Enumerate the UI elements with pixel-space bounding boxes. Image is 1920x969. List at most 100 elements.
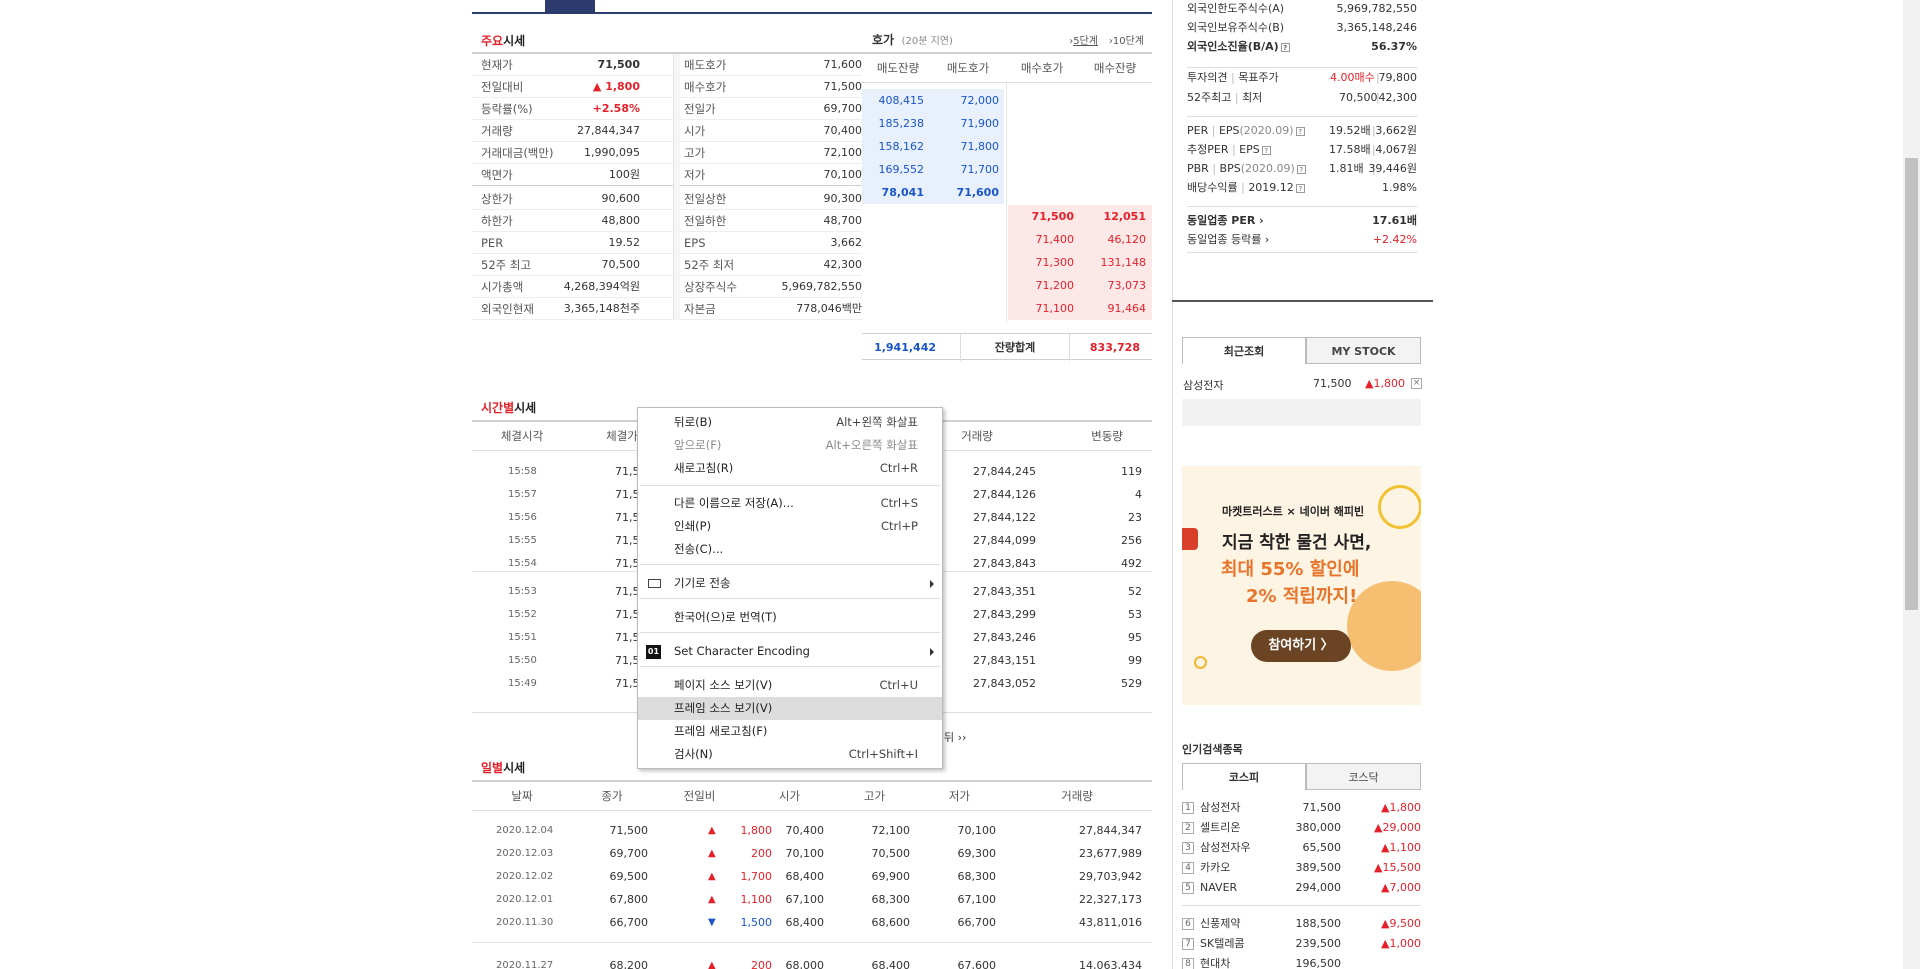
- daily-low: 68,300: [957, 870, 997, 883]
- menu-item-shortcut: Ctrl+U: [879, 678, 918, 692]
- popular-name-text: 삼성전자우: [1200, 841, 1251, 854]
- hoga-ask-qty: 158,162: [878, 140, 925, 153]
- menu-item-back[interactable]: 뒤로(B) Alt+왼쪽 화살표: [638, 411, 942, 434]
- summary-row: 거래대금(백만) 1,990,095 고가 72,100: [472, 142, 862, 164]
- menu-item-reload-frame[interactable]: 프레임 새로고침(F): [638, 720, 942, 743]
- daily-date: 2020.12.02: [496, 871, 554, 882]
- popular-price: 294,000: [1295, 881, 1342, 894]
- popular-item[interactable]: 2 셀트리온 380,000 ▲29,000: [1182, 819, 1421, 837]
- hoga-bid-price[interactable]: 71,400: [1008, 228, 1075, 251]
- menu-item-label: 새로고침(R): [674, 461, 734, 475]
- menu-item-inspect[interactable]: 검사(N) Ctrl+Shift+I: [638, 743, 942, 766]
- hoga-ask-price[interactable]: 71,800: [932, 135, 1000, 158]
- menu-item-send-to-device[interactable]: 기기로 전송: [638, 572, 942, 595]
- timely-next-link[interactable]: 뒤 ››: [944, 729, 966, 745]
- timely-time: 15:56: [508, 512, 537, 523]
- popular-item[interactable]: 4 카카오 389,500 ▲15,500: [1182, 859, 1421, 877]
- investor-row-value: 5,969,782,550: [1336, 2, 1417, 15]
- summary-value: 72,100: [823, 146, 863, 159]
- menu-item-set-character-encoding[interactable]: Set Character Encoding 01: [638, 640, 942, 663]
- hoga-10step-link[interactable]: 10단계: [1113, 36, 1144, 47]
- hoga-ask-price[interactable]: 71,700: [932, 158, 1000, 181]
- popular-item[interactable]: 1 삼성전자 71,500 ▲1,800: [1182, 799, 1421, 817]
- menu-item-view-page-source[interactable]: 페이지 소스 보기(V) Ctrl+U: [638, 674, 942, 697]
- hoga-ask-price[interactable]: 72,000: [932, 89, 1000, 112]
- menu-item-label: 프레임 새로고침(F): [674, 724, 768, 738]
- popular-item[interactable]: 3 삼성전자우 65,500 ▲1,100: [1182, 839, 1421, 857]
- est-per-row-value-a: 17.58배: [1329, 143, 1371, 156]
- popular-name[interactable]: 2 셀트리온: [1182, 821, 1240, 834]
- help-icon[interactable]: ?: [1261, 145, 1271, 155]
- popular-item[interactable]: 6 신풍제약 188,500 ▲9,500: [1182, 915, 1421, 933]
- hoga-col-header: 매도호가: [946, 61, 990, 75]
- menu-separator: [640, 632, 940, 633]
- help-icon[interactable]: ?: [1280, 42, 1290, 52]
- daily-low: 70,100: [957, 824, 997, 837]
- popular-name[interactable]: 4 카카오: [1182, 861, 1230, 874]
- industry-per-row: 동일업종 PER › 17.61배: [1187, 212, 1417, 230]
- hoga-bid-price[interactable]: 71,300: [1008, 251, 1075, 274]
- popular-name[interactable]: 6 신풍제약: [1182, 917, 1240, 930]
- industry-rate-label[interactable]: 동일업종 등락률 ›: [1187, 233, 1269, 246]
- hoga-col-header: 매수호가: [1020, 61, 1064, 75]
- daily-col-header: 종가: [601, 789, 623, 803]
- ad-cta-button[interactable]: 참여하기 〉: [1251, 630, 1351, 662]
- industry-per-label[interactable]: 동일업종 PER ›: [1187, 214, 1264, 227]
- opinion-label: 투자의견: [1187, 71, 1228, 84]
- popular-item[interactable]: 8 현대차 196,500: [1182, 955, 1421, 969]
- popular-name-text: 카카오: [1200, 861, 1231, 874]
- recent-close-icon[interactable]: ×: [1411, 378, 1422, 389]
- tab-active-sise[interactable]: [545, 0, 595, 14]
- menu-item-reload[interactable]: 새로고침(R) Ctrl+R: [638, 457, 942, 480]
- menu-item-save-as[interactable]: 다른 이름으로 저장(A)... Ctrl+S: [638, 492, 942, 515]
- daily-low: 67,600: [957, 959, 997, 969]
- week52-high: 70,500: [1339, 91, 1378, 104]
- summary-value: 3,662: [830, 236, 863, 249]
- tab-recent[interactable]: 최근조회: [1182, 337, 1306, 364]
- menu-item-label: 앞으로(F): [674, 438, 722, 452]
- timely-change: 95: [1128, 631, 1142, 644]
- popular-item[interactable]: 5 NAVER 294,000 ▲7,000: [1182, 879, 1421, 897]
- popular-name[interactable]: 5 NAVER: [1182, 881, 1237, 894]
- help-icon[interactable]: ?: [1295, 126, 1305, 136]
- tab-kospi[interactable]: 코스피: [1182, 763, 1306, 790]
- menu-item-label: 페이지 소스 보기(V): [674, 678, 773, 692]
- menu-item-print[interactable]: 인쇄(P) Ctrl+P: [638, 515, 942, 538]
- popular-name[interactable]: 3 삼성전자우: [1182, 841, 1251, 854]
- scrollbar-thumb[interactable]: [1905, 158, 1918, 610]
- daily-low: 66,700: [957, 916, 997, 929]
- summary-value: 90,300: [823, 192, 863, 205]
- help-icon[interactable]: ?: [1296, 164, 1306, 174]
- ad-deco-blob: [1347, 581, 1421, 671]
- menu-item-cast[interactable]: 전송(C)...: [638, 538, 942, 561]
- menu-item-view-frame-source[interactable]: 프레임 소스 보기(V): [638, 697, 942, 720]
- recent-row[interactable]: 삼성전자 71,500 ▲1,800 ×: [1183, 377, 1422, 393]
- menu-item-forward[interactable]: 앞으로(F) Alt+오른쪽 화살표: [638, 434, 942, 457]
- menu-item-translate[interactable]: 한국어(으)로 번역(T): [638, 606, 942, 629]
- timely-volume: 27,844,126: [973, 488, 1036, 501]
- ad-banner[interactable]: 마켓트러스트 × 네이버 해피빈 지금 착한 물건 사면, 최대 55% 할인에…: [1182, 466, 1421, 705]
- timely-time: 15:58: [508, 466, 537, 477]
- summary-value: +2.58%: [592, 102, 640, 115]
- recent-stock-name[interactable]: 삼성전자: [1183, 379, 1223, 392]
- popular-name[interactable]: 1 삼성전자: [1182, 801, 1240, 814]
- summary-value: 48,800: [601, 214, 641, 227]
- hoga-bid-price[interactable]: 71,100: [1008, 297, 1075, 320]
- hoga-5step-link[interactable]: 5단계: [1073, 36, 1098, 47]
- summary-value: 42,300: [823, 258, 863, 271]
- hoga-bid-price[interactable]: 71,500: [1008, 205, 1074, 228]
- popular-name[interactable]: 7 SK텔레콤: [1182, 937, 1245, 950]
- help-icon[interactable]: ?: [1295, 183, 1305, 193]
- scrollbar-track[interactable]: [1903, 0, 1920, 969]
- popular-item[interactable]: 7 SK텔레콤 239,500 ▲1,000: [1182, 935, 1421, 953]
- popular-name-text: SK텔레콤: [1200, 937, 1245, 950]
- pbr-bps-row-label-b: BPS: [1219, 162, 1241, 175]
- hoga-bid-price[interactable]: 71,200: [1008, 274, 1075, 297]
- tab-kosdaq[interactable]: 코스닥: [1306, 763, 1421, 790]
- tab-my-stock[interactable]: MY STOCK: [1306, 337, 1421, 364]
- timely-price: 71,5: [615, 511, 640, 524]
- hoga-ask-price[interactable]: 71,900: [932, 112, 1000, 135]
- hoga-ask-price[interactable]: 71,600: [932, 181, 999, 204]
- popular-name[interactable]: 8 현대차: [1182, 957, 1230, 969]
- submenu-arrow-icon: [930, 580, 934, 588]
